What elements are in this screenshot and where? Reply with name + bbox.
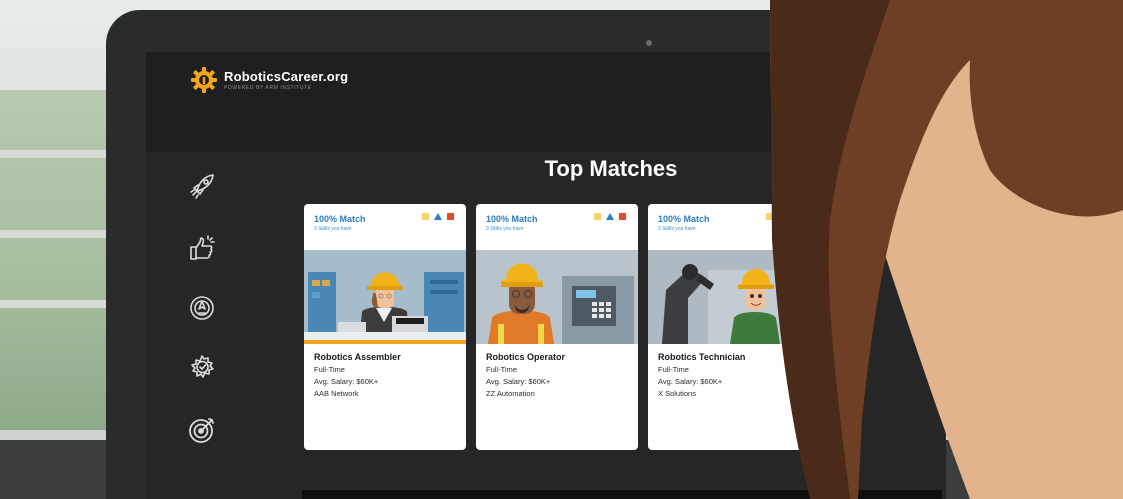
gear-check-icon	[191, 355, 214, 378]
job-type: Full-Time	[486, 365, 517, 374]
job-card[interactable]: 100% Match 3 Skills you have	[304, 204, 466, 450]
skills-count: 3 Skills you have	[486, 226, 524, 232]
blue-triangle-icon	[434, 213, 442, 220]
window-divider	[0, 300, 120, 308]
person-foreground	[770, 0, 1123, 499]
job-salary: Avg. Salary: $60K+	[658, 377, 723, 386]
red-square-icon	[447, 213, 454, 220]
thumbs-up-icon	[190, 235, 215, 260]
job-salary: Avg. Salary: $60K+	[486, 377, 551, 386]
card-header: 100% Match 3 Skills you have	[476, 204, 638, 250]
sidebar-item-skills[interactable]	[182, 348, 222, 388]
job-card[interactable]: 100% Match 3 Skills you have	[476, 204, 638, 450]
job-type: Full-Time	[314, 365, 345, 374]
skill-icons	[422, 213, 454, 220]
app-logo[interactable]: RoboticsCareer.org POWERED BY ARM INSTIT…	[190, 66, 348, 94]
job-details: Robotics Assembler Full-Time Avg. Salary…	[314, 352, 401, 398]
yellow-square-icon	[594, 213, 601, 220]
job-title: Robotics Operator	[486, 352, 566, 362]
sidebar-item-target[interactable]	[182, 410, 222, 450]
window	[0, 90, 110, 430]
job-details: Robotics Technician Full-Time Avg. Salar…	[658, 352, 745, 398]
sidebar-item-thumbs-up[interactable]	[182, 228, 222, 268]
yellow-square-icon	[422, 213, 429, 220]
match-percentage: 100% Match	[658, 214, 710, 224]
window-divider	[0, 230, 120, 238]
job-company: ZZ Automation	[486, 389, 535, 398]
operator-illustration	[476, 250, 638, 344]
blue-triangle-icon	[606, 213, 614, 220]
skill-icons	[594, 213, 626, 220]
match-percentage: 100% Match	[314, 214, 366, 224]
job-company: AAB Network	[314, 389, 359, 398]
sidebar-item-compass[interactable]	[182, 288, 222, 328]
compass-icon	[190, 296, 214, 320]
gear-logo-icon	[191, 67, 217, 93]
skills-count: 3 Skills you have	[314, 226, 352, 232]
job-details: Robotics Operator Full-Time Avg. Salary:…	[486, 352, 565, 398]
window-divider	[0, 150, 120, 158]
job-type: Full-Time	[658, 365, 689, 374]
job-title: Robotics Technician	[658, 352, 746, 362]
match-percentage: 100% Match	[486, 214, 538, 224]
skills-count: 3 Skills you have	[658, 226, 696, 232]
job-title: Robotics Assembler	[314, 352, 401, 362]
webcam	[646, 40, 652, 46]
rocket-icon	[190, 174, 214, 199]
target-icon	[189, 418, 214, 443]
brand-tagline: POWERED BY ARM INSTITUTE	[224, 85, 312, 91]
card-header: 100% Match 3 Skills you have	[304, 204, 466, 250]
job-company: X Solutions	[658, 389, 696, 398]
sidebar-item-rocket[interactable]	[182, 166, 222, 206]
assembler-illustration	[304, 250, 466, 344]
red-square-icon	[619, 213, 626, 220]
brand-name: RoboticsCareer.org	[224, 69, 349, 84]
job-salary: Avg. Salary: $60K+	[314, 377, 379, 386]
sidebar-nav	[146, 152, 276, 499]
